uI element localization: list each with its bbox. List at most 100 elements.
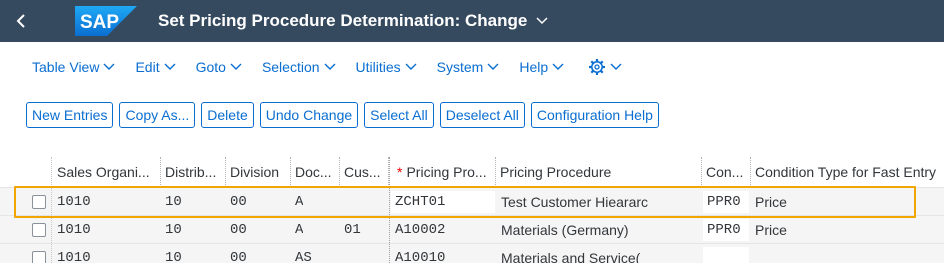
menu-label: System (436, 59, 484, 75)
menu-edit[interactable]: Edit (125, 54, 185, 80)
table-row[interactable]: 1010 10 00 A 01 A10002 Materials (German… (0, 215, 944, 243)
menu-goto[interactable]: Goto (186, 54, 252, 80)
chevron-down-icon (552, 63, 564, 70)
cell-distribution-channel: 10 (165, 193, 182, 210)
condition-type-input-bg (703, 247, 749, 263)
menu-selection[interactable]: Selection (252, 54, 346, 80)
menu-utilities[interactable]: Utilities (346, 54, 427, 80)
table-row[interactable]: 1010 10 00 A ZCHT01 Test Customer Hieara… (0, 187, 944, 215)
column-label: Distrib... (165, 164, 217, 180)
chevron-down-icon (324, 63, 336, 70)
row-checkbox[interactable] (31, 222, 46, 237)
cell-distribution-channel: 10 (165, 249, 182, 263)
column-label: Cus... (344, 164, 381, 180)
cell-division: 00 (230, 249, 247, 263)
cell-condition-type-fast-entry (751, 244, 755, 263)
menu-label: Edit (135, 59, 160, 75)
new-entries-button[interactable]: New Entries (26, 102, 114, 128)
toolbar: New Entries Copy As... Delete Undo Chang… (26, 102, 665, 128)
select-all-button[interactable]: Select All (364, 102, 434, 128)
cell-document-procedure: A (295, 193, 304, 210)
column-header-document-procedure[interactable]: Doc... (291, 157, 340, 187)
cell-sales-organization: 1010 (57, 193, 91, 210)
row-checkbox[interactable] (31, 250, 46, 263)
column-header-distribution-channel[interactable]: Distrib... (161, 157, 226, 187)
cell-pricing-procedure: Materials and Service( (501, 249, 641, 263)
chevron-down-icon (610, 63, 622, 70)
cell-document-procedure: A (295, 221, 304, 238)
column-header-pricing-procedure-code[interactable]: * Pricing Pro... (390, 157, 496, 187)
cell-document-procedure: AS (295, 249, 312, 263)
row-selector[interactable] (26, 216, 52, 243)
chevron-left-icon (16, 14, 25, 28)
column-label: Sales Organi... (57, 164, 150, 180)
svg-text:SAP: SAP (80, 12, 119, 33)
chevron-down-icon (487, 63, 499, 70)
copy-as-button[interactable]: Copy As... (119, 102, 196, 128)
settings-menu[interactable] (574, 54, 632, 80)
cell-division: 00 (230, 221, 247, 238)
column-label: Pricing Procedure (500, 164, 612, 180)
column-header-condition-type[interactable]: Con... (702, 157, 751, 187)
column-label: Condition Type for Fast Entry (755, 164, 937, 180)
menu-bar: Table View Edit Goto Selection Utilities… (22, 54, 632, 80)
table-header: Sales Organi... Distrib... Division Doc.… (0, 157, 944, 187)
menu-label: Selection (261, 59, 320, 75)
gear-icon (589, 59, 606, 75)
cell-pricing-procedure: Materials (Germany) (501, 221, 629, 238)
cell-customer-procedure: 01 (344, 221, 361, 238)
menu-label: Table View (32, 59, 100, 75)
menu-label: Help (519, 59, 549, 75)
app-title[interactable]: Set Pricing Procedure Determination: Cha… (158, 0, 549, 42)
row-selector[interactable] (26, 244, 52, 263)
column-header-condition-type-fast-entry[interactable]: Condition Type for Fast Entry (751, 157, 944, 187)
cell-customer-procedure (340, 244, 344, 263)
cell-customer-procedure (340, 188, 344, 215)
chevron-down-icon (230, 63, 242, 70)
menu-table-view[interactable]: Table View (22, 54, 125, 80)
menu-help[interactable]: Help (509, 54, 574, 80)
chevron-down-icon (405, 63, 417, 70)
condition-type-input[interactable]: PPR0 (703, 188, 741, 215)
condition-type-input[interactable] (703, 244, 707, 263)
column-header-division[interactable]: Division (226, 157, 291, 187)
configuration-help-button[interactable]: Configuration Help (530, 102, 659, 128)
pricing-procedure-code-input[interactable]: A10002 (391, 216, 445, 243)
menu-label: Utilities (355, 59, 401, 75)
frozen-column-separator (389, 157, 390, 263)
pricing-procedure-table: Sales Organi... Distrib... Division Doc.… (0, 157, 944, 263)
column-header-pricing-procedure[interactable]: Pricing Procedure (496, 157, 702, 187)
cell-condition-type-fast-entry: Price (755, 221, 787, 238)
column-label: Doc... (295, 164, 332, 180)
column-label: Con... (706, 164, 744, 180)
cell-sales-organization: 1010 (57, 221, 91, 238)
delete-button[interactable]: Delete (201, 102, 254, 128)
column-header-sales-organization[interactable]: Sales Organi... (53, 157, 161, 187)
column-label: Pricing Pro... (406, 164, 487, 180)
required-marker: * (397, 164, 403, 180)
column-header-customer-procedure[interactable]: Cus... (340, 157, 389, 187)
pricing-procedure-code-input[interactable]: A10010 (391, 244, 445, 263)
sap-logo[interactable]: SAP (75, 6, 137, 36)
column-label: Division (230, 164, 280, 180)
undo-change-button[interactable]: Undo Change (259, 102, 359, 128)
menu-system[interactable]: System (427, 54, 510, 80)
row-selector[interactable] (26, 188, 52, 215)
chevron-down-icon (103, 63, 115, 70)
row-checkbox[interactable] (31, 194, 46, 209)
app-title-text: Set Pricing Procedure Determination: Cha… (158, 11, 528, 30)
cell-distribution-channel: 10 (165, 221, 182, 238)
cell-sales-organization: 1010 (57, 249, 91, 263)
cell-condition-type-fast-entry: Price (755, 193, 787, 210)
pricing-procedure-code-input[interactable]: ZCHT01 (391, 188, 445, 215)
cell-division: 00 (230, 193, 247, 210)
menu-label: Goto (195, 59, 226, 75)
table-row[interactable]: 1010 10 00 AS A10010 Materials and Servi… (0, 243, 944, 263)
select-all-column-header[interactable] (26, 157, 52, 187)
deselect-all-button[interactable]: Deselect All (439, 102, 525, 128)
cell-pricing-procedure: Test Customer Hieararc (501, 193, 649, 210)
chevron-down-icon (536, 17, 548, 25)
chevron-down-icon (164, 63, 176, 70)
condition-type-input[interactable]: PPR0 (703, 216, 741, 243)
back-button[interactable] (0, 0, 42, 42)
